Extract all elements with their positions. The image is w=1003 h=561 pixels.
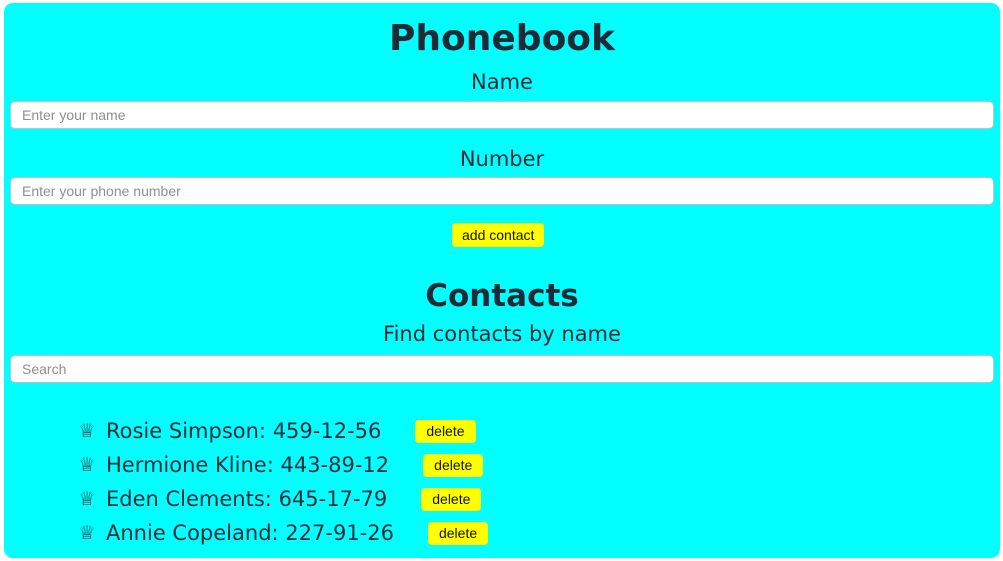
contact-entry: Eden Clements: 645-17-79 <box>106 487 388 511</box>
contact-name: Rosie Simpson <box>106 419 259 443</box>
add-contact-button[interactable]: add contact <box>452 223 545 247</box>
contact-number: 645-17-79 <box>278 487 388 511</box>
delete-button[interactable]: delete <box>423 453 484 477</box>
filter-label: Find contacts by name <box>383 322 621 346</box>
page-title: Phonebook <box>389 18 615 59</box>
number-label: Number <box>459 147 545 171</box>
list-item: ♕ Eden Clements: 645-17-79 delete <box>74 482 488 516</box>
contact-number: 459-12-56 <box>272 419 382 443</box>
contact-name: Annie Copeland <box>106 521 272 545</box>
crown-icon: ♕ <box>78 522 96 544</box>
name-label: Name <box>471 70 533 94</box>
delete-button[interactable]: delete <box>421 487 482 511</box>
contact-entry: Annie Copeland: 227-91-26 <box>106 521 394 545</box>
name-input[interactable] <box>10 101 994 129</box>
crown-icon: ♕ <box>78 454 96 476</box>
contact-name: Hermione Kline <box>106 453 267 477</box>
contacts-title: Contacts <box>425 278 579 314</box>
crown-icon: ♕ <box>78 488 96 510</box>
list-item: ♕ Hermione Kline: 443-89-12 delete <box>74 448 488 482</box>
list-item: ♕ Rosie Simpson: 459-12-56 delete <box>74 414 488 448</box>
number-input[interactable] <box>10 177 994 205</box>
delete-button[interactable]: delete <box>427 521 489 545</box>
search-input[interactable] <box>10 355 994 383</box>
phonebook-panel: Phonebook Name Number add contact Contac… <box>4 3 1000 558</box>
contact-number: 227-91-26 <box>285 521 394 545</box>
crown-icon: ♕ <box>78 420 96 442</box>
contact-list: ♕ Rosie Simpson: 459-12-56 delete ♕ Herm… <box>74 414 489 550</box>
delete-button[interactable]: delete <box>415 419 476 443</box>
list-item: ♕ Annie Copeland: 227-91-26 delete <box>74 516 489 550</box>
contact-number: 443-89-12 <box>280 453 390 477</box>
contact-entry: Rosie Simpson: 459-12-56 <box>106 419 382 443</box>
contact-entry: Hermione Kline: 443-89-12 <box>106 453 390 477</box>
contact-name: Eden Clements <box>106 487 265 511</box>
